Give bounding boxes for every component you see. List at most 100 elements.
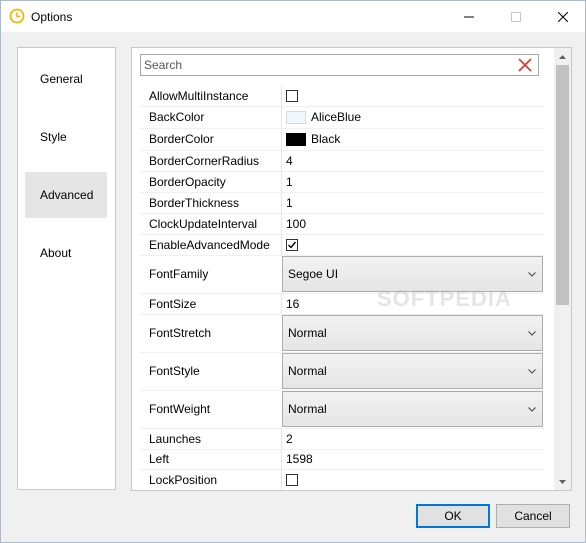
options-window: Options General Style Advanced About Sea… bbox=[0, 0, 586, 543]
property-name: FontStretch bbox=[149, 326, 212, 340]
property-value[interactable]: 2 bbox=[286, 428, 293, 449]
property-name: AllowMultiInstance bbox=[149, 88, 249, 103]
column-divider bbox=[281, 213, 282, 234]
property-row-launches: Launches 2 bbox=[140, 428, 544, 450]
column-divider bbox=[281, 469, 282, 490]
property-name: BorderThickness bbox=[149, 195, 240, 210]
column-divider bbox=[281, 449, 282, 469]
property-name: FontWeight bbox=[149, 402, 211, 416]
property-name: FontFamily bbox=[149, 267, 209, 281]
chevron-down-icon bbox=[528, 392, 536, 426]
search-box bbox=[140, 54, 539, 76]
chevron-down-icon bbox=[528, 257, 536, 291]
property-name: ClockUpdateInterval bbox=[149, 216, 258, 231]
property-grid: AllowMultiInstance BackColor AliceBlue B… bbox=[131, 47, 572, 491]
allowmultiinstance-checkbox[interactable] bbox=[286, 89, 298, 102]
property-name: BorderCornerRadius bbox=[149, 153, 260, 168]
property-value[interactable]: Black bbox=[286, 128, 340, 150]
dropdown-value: Normal bbox=[288, 364, 327, 378]
property-value[interactable]: 1598 bbox=[286, 449, 313, 469]
nav-item-label: General bbox=[40, 72, 83, 86]
fontstretch-dropdown[interactable]: Normal bbox=[282, 315, 543, 351]
property-name: Left bbox=[149, 452, 170, 466]
property-value[interactable]: 1 bbox=[286, 171, 293, 192]
property-row-lockposition: LockPosition bbox=[140, 469, 544, 490]
property-row-backcolor: BackColor AliceBlue bbox=[140, 106, 544, 129]
property-name: FontStyle bbox=[149, 364, 200, 378]
chevron-down-icon bbox=[528, 316, 536, 350]
nav-item-style[interactable]: Style bbox=[25, 114, 107, 160]
column-divider bbox=[281, 106, 282, 128]
search-input[interactable] bbox=[144, 57, 504, 73]
property-row-bordercornerradius: BorderCornerRadius 4 bbox=[140, 150, 544, 172]
maximize-button[interactable] bbox=[493, 1, 539, 32]
maximize-icon bbox=[511, 11, 521, 22]
property-row-fontweight: FontWeight Normal bbox=[140, 390, 544, 429]
color-swatch bbox=[286, 110, 306, 124]
property-row-bordercolor: BorderColor Black bbox=[140, 128, 544, 151]
property-name: Launches bbox=[149, 431, 202, 446]
property-row-fontstretch: FontStretch Normal bbox=[140, 314, 544, 353]
nav-item-label: Advanced bbox=[40, 188, 94, 202]
enableadvancedmode-checkbox[interactable] bbox=[286, 238, 298, 251]
property-value bbox=[286, 85, 298, 106]
property-value[interactable]: AliceBlue bbox=[286, 106, 361, 128]
property-row-clockupdateinterval: ClockUpdateInterval 100 bbox=[140, 213, 544, 235]
scroll-thumb[interactable] bbox=[556, 65, 569, 305]
cancel-button[interactable]: Cancel bbox=[496, 504, 570, 528]
clear-x-icon[interactable] bbox=[518, 58, 532, 72]
ok-button[interactable]: OK bbox=[416, 504, 490, 528]
category-nav: General Style Advanced About bbox=[17, 47, 116, 490]
fontweight-dropdown[interactable]: Normal bbox=[282, 391, 543, 427]
vertical-scrollbar[interactable] bbox=[554, 48, 571, 490]
property-value bbox=[286, 469, 298, 490]
nav-item-label: About bbox=[40, 246, 72, 260]
property-value[interactable]: 16 bbox=[286, 293, 299, 314]
nav-item-about[interactable]: About bbox=[25, 230, 107, 276]
property-row-borderthickness: BorderThickness 1 bbox=[140, 192, 544, 214]
scroll-down-icon[interactable] bbox=[554, 473, 571, 490]
column-divider bbox=[281, 428, 282, 449]
minimize-icon bbox=[464, 16, 474, 17]
property-row-fontfamily: FontFamily Segoe UI bbox=[140, 255, 544, 294]
property-name: BackColor bbox=[149, 110, 205, 124]
color-swatch bbox=[286, 132, 306, 146]
nav-item-label: Style bbox=[40, 130, 67, 144]
column-divider bbox=[281, 234, 282, 255]
dropdown-value: Segoe UI bbox=[288, 267, 339, 281]
column-divider bbox=[281, 293, 282, 314]
lockposition-checkbox[interactable] bbox=[286, 473, 298, 486]
property-row-enableadvancedmode: EnableAdvancedMode bbox=[140, 234, 544, 256]
close-window-button[interactable] bbox=[540, 1, 586, 32]
fontfamily-dropdown[interactable]: Segoe UI bbox=[282, 256, 543, 292]
minimize-button[interactable] bbox=[446, 1, 492, 32]
title-bar: Options bbox=[1, 1, 585, 32]
column-divider bbox=[281, 171, 282, 192]
nav-item-general[interactable]: General bbox=[25, 56, 107, 102]
property-row-left: Left 1598 bbox=[140, 449, 544, 470]
column-divider bbox=[281, 192, 282, 213]
dropdown-value: Normal bbox=[288, 326, 327, 340]
property-value[interactable]: 100 bbox=[286, 213, 306, 234]
property-name: BorderOpacity bbox=[149, 174, 226, 189]
nav-item-advanced[interactable]: Advanced bbox=[25, 172, 107, 218]
property-row-borderopacity: BorderOpacity 1 bbox=[140, 171, 544, 193]
property-value[interactable]: 1 bbox=[286, 192, 293, 213]
property-name: EnableAdvancedMode bbox=[149, 237, 270, 252]
column-divider bbox=[281, 128, 282, 150]
property-name: LockPosition bbox=[149, 472, 218, 487]
property-value bbox=[286, 234, 298, 255]
property-name: BorderColor bbox=[149, 132, 214, 146]
close-icon bbox=[558, 11, 568, 22]
checkmark-icon bbox=[288, 241, 297, 249]
property-row-fontsize: FontSize 16 bbox=[140, 293, 544, 315]
property-value-text: Black bbox=[311, 132, 341, 146]
property-row-fontstyle: FontStyle Normal bbox=[140, 352, 544, 391]
property-row-allowmultiinstance: AllowMultiInstance bbox=[140, 85, 544, 107]
fontstyle-dropdown[interactable]: Normal bbox=[282, 353, 543, 389]
scroll-up-icon[interactable] bbox=[554, 48, 571, 65]
chevron-down-icon bbox=[528, 354, 536, 388]
clock-icon bbox=[9, 8, 25, 24]
property-value[interactable]: 4 bbox=[286, 150, 293, 171]
property-value-text: AliceBlue bbox=[311, 110, 362, 124]
